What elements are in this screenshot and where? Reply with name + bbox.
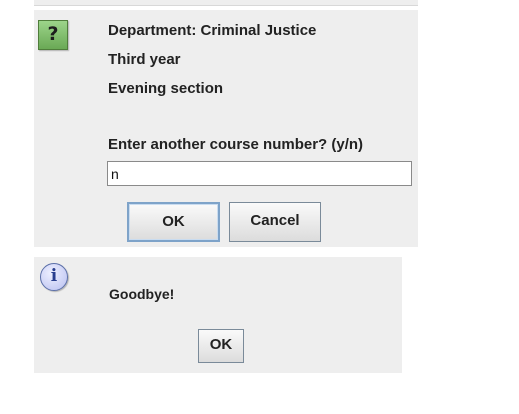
screenshot-stage: ? Department: Criminal Justice Third yea…	[0, 0, 519, 414]
input-dialog: ? Department: Criminal Justice Third yea…	[34, 10, 418, 247]
year-line: Third year	[108, 51, 181, 68]
prompt-label: Enter another course number? (y/n)	[108, 136, 364, 153]
answer-input[interactable]: n	[107, 161, 412, 186]
question-icon: ?	[38, 20, 68, 50]
goodbye-message: Goodbye!	[109, 286, 175, 302]
ok-button[interactable]: OK	[198, 329, 244, 363]
section-line: Evening section	[108, 80, 224, 97]
department-line: Department: Criminal Justice	[108, 22, 317, 39]
ok-button[interactable]: OK	[127, 202, 220, 242]
message-dialog: i Goodbye! OK	[34, 257, 402, 373]
cancel-button[interactable]: Cancel	[229, 202, 321, 242]
info-icon: i	[40, 263, 68, 291]
previous-dialog-edge	[34, 0, 418, 6]
